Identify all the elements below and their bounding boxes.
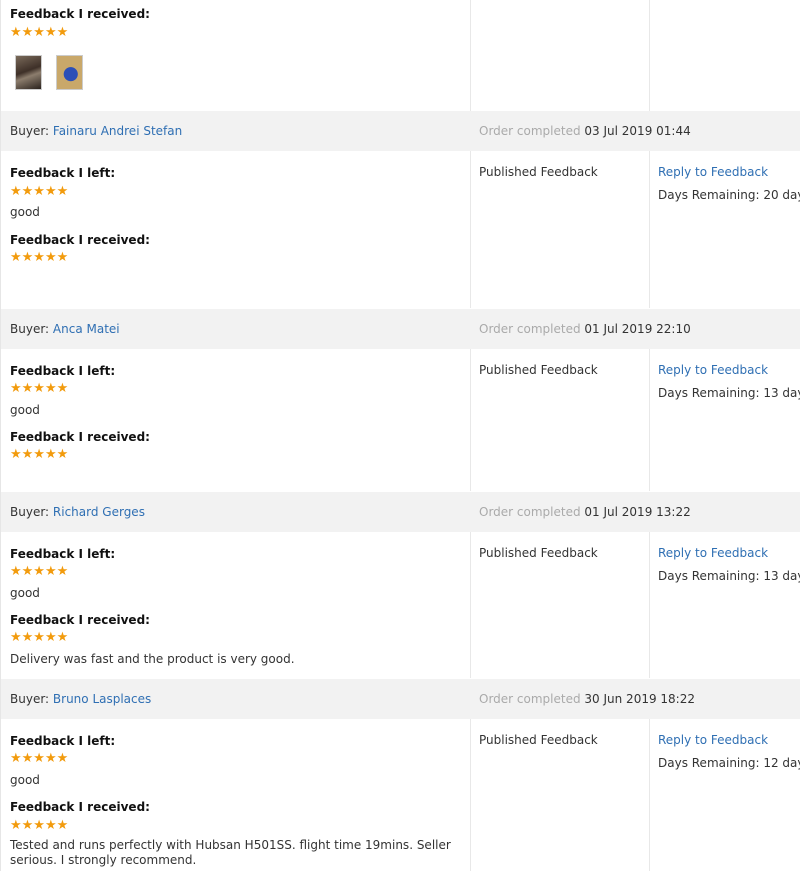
feedback-received-text: Delivery was fast and the product is ver… <box>10 652 295 666</box>
order-completed-label: Order completed <box>479 692 585 706</box>
order-completed-label: Order completed <box>479 124 585 138</box>
feedback-received-label: Feedback I received: <box>10 233 150 247</box>
rating-stars: ★★★★★ <box>10 564 69 579</box>
status-column: Published Feedback <box>471 349 650 491</box>
feedback-received-label: Feedback I received: <box>10 800 150 814</box>
order-date: 30 Jun 2019 18:22 <box>584 692 695 706</box>
feedback-received-text: Tested and runs perfectly with Hubsan H5… <box>10 838 451 867</box>
order-header: Buyer: Richard Gerges Order completed 01… <box>1 492 800 532</box>
buyer-name-link[interactable]: Bruno Lasplaces <box>53 692 151 706</box>
order-completed-label: Order completed <box>479 322 585 336</box>
feedback-card: Feedback I left: ★★★★★ good Feedback I r… <box>1 532 800 678</box>
feedback-received-label: Feedback I received: <box>10 7 150 21</box>
feedback-left-label: Feedback I left: <box>10 166 116 180</box>
order-date: 01 Jul 2019 13:22 <box>584 505 691 519</box>
feedback-left-label: Feedback I left: <box>10 547 116 561</box>
rating-stars: ★★★★★ <box>10 630 69 645</box>
order-completed-info: Order completed 01 Jul 2019 22:10 <box>479 309 691 349</box>
buyer-info: Buyer: Richard Gerges <box>10 492 145 532</box>
feedback-left-text: good <box>10 586 40 600</box>
order-date: 03 Jul 2019 01:44 <box>584 124 691 138</box>
days-remaining: Days Remaining: 20 days <box>658 188 800 202</box>
order-completed-info: Order completed 01 Jul 2019 13:22 <box>479 492 691 532</box>
status-column: Published Feedback <box>471 151 650 308</box>
action-column: Reply to Feedback Days Remaining: 12 day… <box>650 719 800 871</box>
buyer-name-link[interactable]: Fainaru Andrei Stefan <box>53 124 182 138</box>
feedback-received-label: Feedback I received: <box>10 613 150 627</box>
reply-to-feedback-link[interactable]: Reply to Feedback <box>658 165 768 179</box>
rating-stars: ★★★★★ <box>10 25 69 40</box>
order-header: Buyer: Bruno Lasplaces Order completed 3… <box>1 679 800 719</box>
feedback-photo-thumbnail[interactable] <box>56 55 83 90</box>
buyer-label: Buyer: <box>10 692 53 706</box>
order-header: Buyer: Fainaru Andrei Stefan Order compl… <box>1 111 800 151</box>
feedback-left-text: good <box>10 773 40 787</box>
status-column: Published Feedback <box>471 719 650 871</box>
order-completed-info: Order completed 30 Jun 2019 18:22 <box>479 679 695 719</box>
buyer-info: Buyer: Fainaru Andrei Stefan <box>10 111 182 151</box>
feedback-left-label: Feedback I left: <box>10 364 116 378</box>
feedback-left-text: good <box>10 403 40 417</box>
days-remaining: Days Remaining: 13 days <box>658 569 800 583</box>
feedback-photo-thumbnail[interactable] <box>15 55 42 90</box>
action-column: Reply to Feedback Days Remaining: 20 day… <box>650 151 800 308</box>
action-column <box>650 0 800 111</box>
feedback-card: Feedback I left: ★★★★★ good Feedback I r… <box>1 151 800 308</box>
feedback-content-column: Feedback I left: ★★★★★ good Feedback I r… <box>1 349 471 491</box>
order-header: Buyer: Anca Matei Order completed 01 Jul… <box>1 309 800 349</box>
order-completed-label: Order completed <box>479 505 585 519</box>
feedback-left-label: Feedback I left: <box>10 734 116 748</box>
feedback-list: Feedback I received: ★★★★★ Buyer: Fainar… <box>0 0 800 871</box>
rating-stars: ★★★★★ <box>10 818 69 833</box>
reply-to-feedback-link[interactable]: Reply to Feedback <box>658 733 768 747</box>
feedback-card: Feedback I left: ★★★★★ good Feedback I r… <box>1 719 800 871</box>
rating-stars: ★★★★★ <box>10 184 69 199</box>
feedback-card-previous: Feedback I received: ★★★★★ <box>1 0 800 111</box>
days-remaining: Days Remaining: 13 days <box>658 386 800 400</box>
feedback-content-column: Feedback I left: ★★★★★ good Feedback I r… <box>1 532 471 678</box>
buyer-label: Buyer: <box>10 322 53 336</box>
feedback-content-column: Feedback I left: ★★★★★ good Feedback I r… <box>1 151 471 308</box>
order-completed-info: Order completed 03 Jul 2019 01:44 <box>479 111 691 151</box>
reply-to-feedback-link[interactable]: Reply to Feedback <box>658 363 768 377</box>
action-column: Reply to Feedback Days Remaining: 13 day… <box>650 349 800 491</box>
status-column <box>471 0 650 111</box>
order-date: 01 Jul 2019 22:10 <box>584 322 691 336</box>
reply-to-feedback-link[interactable]: Reply to Feedback <box>658 546 768 560</box>
published-feedback-status: Published Feedback <box>479 546 598 560</box>
days-remaining: Days Remaining: 12 days <box>658 756 800 770</box>
published-feedback-status: Published Feedback <box>479 165 598 179</box>
buyer-info: Buyer: Anca Matei <box>10 309 120 349</box>
rating-stars: ★★★★★ <box>10 250 69 265</box>
action-column: Reply to Feedback Days Remaining: 13 day… <box>650 532 800 678</box>
feedback-received-label: Feedback I received: <box>10 430 150 444</box>
buyer-name-link[interactable]: Richard Gerges <box>53 505 145 519</box>
status-column: Published Feedback <box>471 532 650 678</box>
rating-stars: ★★★★★ <box>10 381 69 396</box>
rating-stars: ★★★★★ <box>10 751 69 766</box>
buyer-label: Buyer: <box>10 505 53 519</box>
published-feedback-status: Published Feedback <box>479 363 598 377</box>
feedback-content-column: Feedback I left: ★★★★★ good Feedback I r… <box>1 719 471 871</box>
feedback-card: Feedback I left: ★★★★★ good Feedback I r… <box>1 349 800 491</box>
buyer-info: Buyer: Bruno Lasplaces <box>10 679 151 719</box>
feedback-content-column: Feedback I received: ★★★★★ <box>1 0 471 111</box>
published-feedback-status: Published Feedback <box>479 733 598 747</box>
buyer-name-link[interactable]: Anca Matei <box>53 322 120 336</box>
feedback-left-text: good <box>10 205 40 219</box>
rating-stars: ★★★★★ <box>10 447 69 462</box>
buyer-label: Buyer: <box>10 124 53 138</box>
